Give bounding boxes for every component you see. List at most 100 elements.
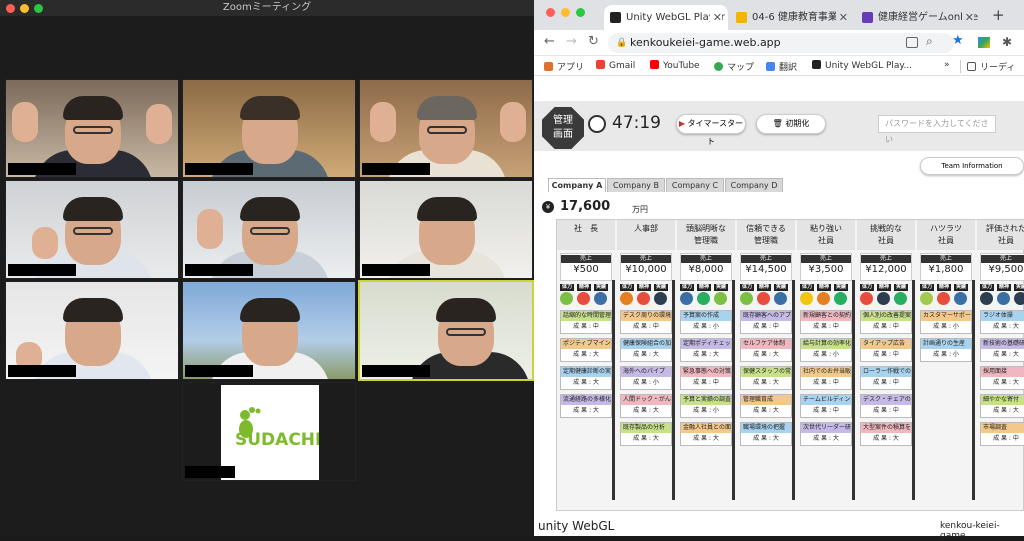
task-card[interactable]: 保健スタッフの常駐成 果 : 大: [740, 366, 792, 390]
task-card[interactable]: 職場環境の把握成 果 : 大: [740, 422, 792, 446]
tab-google-drive[interactable]: 04-6 健康教育事業ア ✕: [730, 5, 854, 30]
task-card[interactable]: デスク周りの環境改善成 果 : 中: [620, 310, 672, 334]
tab-unity-webgl[interactable]: Unity WebGL Player ✕: [604, 5, 728, 30]
forward-button[interactable]: →: [566, 34, 577, 49]
bookmark-star-icon[interactable]: ★: [952, 33, 964, 48]
funds-unit: 万円: [632, 205, 648, 214]
password-input[interactable]: パスワードを入力してください: [878, 115, 996, 144]
bookmark-gmail[interactable]: Gmail: [596, 60, 635, 71]
task-card[interactable]: 予算案の作成成 果 : 小: [680, 310, 732, 334]
close-tab-icon[interactable]: ✕: [835, 5, 848, 30]
participant-video[interactable]: [5, 281, 179, 380]
reading-list[interactable]: リーディ: [960, 60, 1015, 73]
close-tab-icon[interactable]: ✕: [709, 5, 722, 30]
employee-title-line: 人事部: [634, 224, 658, 233]
drive-extension-icon[interactable]: [978, 37, 990, 48]
task-card[interactable]: ラジオ体操成 果 : 大: [980, 310, 1024, 334]
stat-label: 体力: [680, 284, 694, 291]
task-card[interactable]: 人間ドック・がん検診の補助成 果 : 大: [620, 394, 672, 418]
bookmark-unity[interactable]: Unity WebGL Play...: [812, 60, 912, 71]
tab-company-b[interactable]: Company B: [607, 178, 665, 192]
translate-icon[interactable]: [906, 37, 918, 48]
task-card[interactable]: 市場調査成 果 : 中: [980, 422, 1024, 446]
timer-start-button[interactable]: ▶ タイマースタート: [676, 114, 746, 146]
zoom-icon[interactable]: ⌕: [926, 34, 933, 49]
bookmark-apps[interactable]: アプリ: [544, 60, 584, 73]
task-card[interactable]: セルフケア体制成 果 : 大: [740, 338, 792, 362]
task-card[interactable]: ポジティブマインドの醸成成 果 : 大: [560, 338, 612, 362]
task-card[interactable]: 健康保険組合の加入・運営成 果 : 大: [620, 338, 672, 362]
task-card-result: 成 果 : 小: [693, 407, 719, 414]
task-card[interactable]: 金融人社員との面談成 果 : 大: [680, 422, 732, 446]
task-card[interactable]: 既存製品の分析成 果 : 大: [620, 422, 672, 446]
participant-video[interactable]: [182, 281, 356, 380]
task-card[interactable]: 計画通りの生産成 果 : 小: [920, 338, 972, 362]
task-card[interactable]: 海外へのパイプ成 果 : 小: [620, 366, 672, 390]
task-card[interactable]: 新技術の基礎研究成 果 : 大: [980, 338, 1024, 362]
task-card[interactable]: 話縮的な時間管理成 果 : 中: [560, 310, 612, 334]
reset-button[interactable]: 🗑 初期化: [756, 114, 826, 134]
participant-video[interactable]: [5, 79, 179, 178]
reading-list-icon: [967, 62, 976, 71]
task-card[interactable]: 採用面接成 果 : 大: [980, 366, 1024, 390]
maximize-window-button[interactable]: [34, 4, 43, 13]
bookmark-translate[interactable]: 翻訳: [766, 60, 797, 73]
task-card[interactable]: 定期健康診断の実施成 果 : 大: [560, 366, 612, 390]
reload-button[interactable]: ↻: [588, 34, 599, 49]
tab-company-a[interactable]: Company A: [548, 178, 606, 192]
tab-kenkou-game[interactable]: 健康経営ゲームonline ✕: [856, 5, 980, 30]
tab-company-c[interactable]: Company C: [666, 178, 724, 192]
participant-video[interactable]: [5, 180, 179, 279]
task-card[interactable]: デスク・チェアの正しい調整成 果 : 中: [860, 394, 912, 418]
maximize-window-button[interactable]: [576, 8, 585, 17]
back-button[interactable]: ←: [544, 34, 555, 49]
extensions-icon[interactable]: ✱: [1002, 35, 1012, 49]
close-tab-icon[interactable]: ✕: [961, 5, 974, 30]
column-scrollbar[interactable]: [912, 280, 915, 500]
task-card[interactable]: ローラー作戦での営業成 果 : 中: [860, 366, 912, 390]
task-card[interactable]: カスタマーサポート成 果 : 小: [920, 310, 972, 334]
column-scrollbar[interactable]: [732, 280, 735, 500]
task-card[interactable]: 流通経路の多様化・効率化成 果 : 大: [560, 394, 612, 418]
column-scrollbar[interactable]: [792, 280, 795, 500]
tab-company-d[interactable]: Company D: [725, 178, 783, 192]
column-scrollbar[interactable]: [672, 280, 675, 500]
address-input[interactable]: 🔒 kenkoukeiei-game.web.app: [608, 33, 954, 53]
participant-video[interactable]: [359, 180, 533, 279]
task-card[interactable]: 管理職育成成 果 : 大: [740, 394, 792, 418]
task-card[interactable]: 次世代リーダー研修成 果 : 大: [800, 422, 852, 446]
task-card[interactable]: チームビルディング研修成 果 : 中: [800, 394, 852, 418]
unity-game-canvas[interactable]: 管理 画面 47:19 ▶ タイマースタート 🗑 初期化 パスワードを入力してく…: [534, 77, 1024, 517]
participant-video[interactable]: [359, 79, 533, 178]
column-scrollbar[interactable]: [972, 280, 975, 500]
task-card[interactable]: 既存顧客へのアプローチ成 果 : 中: [740, 310, 792, 334]
participant-video[interactable]: [182, 79, 356, 178]
participant-video[interactable]: [182, 180, 356, 279]
task-card[interactable]: 大型案件の積算を発注成 果 : 大: [860, 422, 912, 446]
task-card[interactable]: タイアップ広告成 果 : 中: [860, 338, 912, 362]
task-card[interactable]: 給与計算の効率化成 果 : 小: [800, 338, 852, 362]
task-card[interactable]: 新規顧客との契約成 果 : 中: [800, 310, 852, 334]
task-card[interactable]: 個人別の改善提案アプリ成 果 : 中: [860, 310, 912, 334]
bookmark-youtube[interactable]: YouTube: [650, 60, 700, 71]
minimize-window-button[interactable]: [20, 4, 29, 13]
translate-icon: [766, 62, 775, 71]
close-window-button[interactable]: [546, 8, 555, 17]
bookmark-maps[interactable]: マップ: [714, 60, 754, 73]
active-speaker-video[interactable]: [358, 280, 534, 381]
task-card[interactable]: 定期ポディチェックの実施成 果 : 大: [680, 338, 732, 362]
new-tab-button[interactable]: +: [992, 6, 1005, 24]
task-card[interactable]: 細やかな寄付成 果 : 大: [980, 394, 1024, 418]
team-information-button[interactable]: Team Information: [920, 157, 1024, 175]
sales-box: 売上 ¥1,800: [920, 253, 972, 281]
column-scrollbar[interactable]: [852, 280, 855, 500]
participant-video[interactable]: SUDACHI: [182, 382, 356, 481]
task-card[interactable]: 社内でのお弁当販売成 果 : 中: [800, 366, 852, 390]
close-window-button[interactable]: [6, 4, 15, 13]
bookmarks-overflow-chevron[interactable]: »: [944, 60, 950, 70]
task-card[interactable]: 予算と実績の調査成 果 : 小: [680, 394, 732, 418]
task-card[interactable]: 緊急事態への対策成 果 : 中: [680, 366, 732, 390]
column-scrollbar[interactable]: [612, 280, 615, 500]
task-card-result: 成 果 : 中: [813, 407, 839, 414]
minimize-window-button[interactable]: [561, 8, 570, 17]
